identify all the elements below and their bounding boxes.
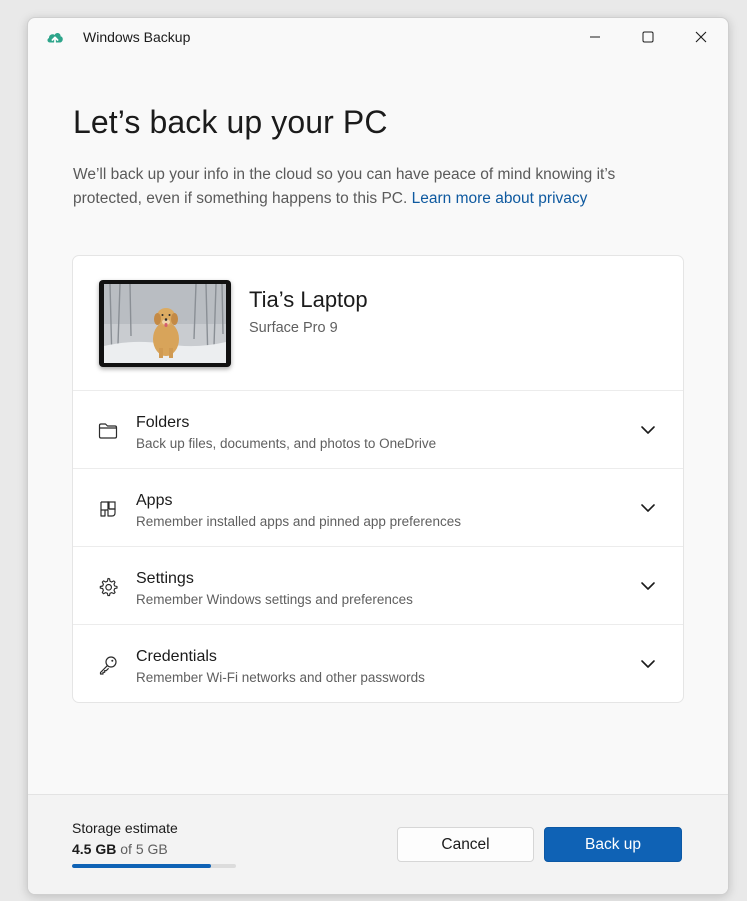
storage-progress-fill <box>72 864 212 868</box>
maximize-icon <box>642 31 654 43</box>
option-title: Apps <box>136 492 173 509</box>
windows-backup-window: Windows Backup Let’s back up your PC We’… <box>27 17 729 895</box>
page-title: Let’s back up your PC <box>73 104 388 140</box>
close-icon <box>695 31 707 43</box>
device-row: Tia’s Laptop Surface Pro 9 <box>73 256 683 390</box>
storage-progress-bar <box>72 864 236 868</box>
chevron-down-icon[interactable] <box>640 424 656 436</box>
storage-used: 4.5 GB <box>72 841 117 857</box>
privacy-link[interactable]: Learn more about privacy <box>412 190 588 207</box>
backup-options-card: Tia’s Laptop Surface Pro 9 Folders Back … <box>72 255 684 703</box>
option-row-apps[interactable]: Apps Remember installed apps and pinned … <box>73 468 683 547</box>
dog-in-snow-wallpaper-icon <box>104 284 226 363</box>
maximize-button[interactable] <box>625 18 671 56</box>
option-title: Settings <box>136 570 194 587</box>
minimize-button[interactable] <box>572 18 618 56</box>
chevron-down-icon[interactable] <box>640 502 656 514</box>
page-description: We’ll back up your info in the cloud so … <box>73 163 673 210</box>
cancel-button[interactable]: Cancel <box>397 827 534 862</box>
apps-icon <box>100 501 116 517</box>
option-row-settings[interactable]: Settings Remember Windows settings and p… <box>73 546 683 625</box>
storage-total: of 5 GB <box>120 841 168 857</box>
window-title: Windows Backup <box>83 29 191 45</box>
device-image <box>99 280 231 367</box>
option-row-credentials[interactable]: Credentials Remember Wi-Fi networks and … <box>73 624 683 702</box>
option-subtitle: Remember Wi-Fi networks and other passwo… <box>136 670 425 685</box>
folder-icon <box>98 423 118 439</box>
storage-value: 4.5 GB of 5 GB <box>72 841 168 857</box>
option-subtitle: Remember installed apps and pinned app p… <box>136 514 461 529</box>
option-row-folders[interactable]: Folders Back up files, documents, and ph… <box>73 390 683 469</box>
close-button[interactable] <box>678 18 724 56</box>
footer-bar: Storage estimate 4.5 GB of 5 GB Cancel B… <box>28 794 728 894</box>
minimize-icon <box>590 36 600 38</box>
chevron-down-icon[interactable] <box>640 580 656 592</box>
option-subtitle: Remember Windows settings and preference… <box>136 592 413 607</box>
title-bar[interactable]: Windows Backup <box>28 18 728 58</box>
storage-label: Storage estimate <box>72 820 178 836</box>
gear-icon <box>99 577 118 597</box>
chevron-down-icon[interactable] <box>640 658 656 670</box>
device-model: Surface Pro 9 <box>249 320 338 336</box>
option-title: Folders <box>136 414 190 431</box>
key-icon <box>99 656 117 675</box>
cloud-upload-icon <box>47 33 63 46</box>
device-name: Tia’s Laptop <box>249 287 368 312</box>
option-title: Credentials <box>136 648 217 665</box>
back-up-button[interactable]: Back up <box>544 827 682 862</box>
option-subtitle: Back up files, documents, and photos to … <box>136 436 437 451</box>
